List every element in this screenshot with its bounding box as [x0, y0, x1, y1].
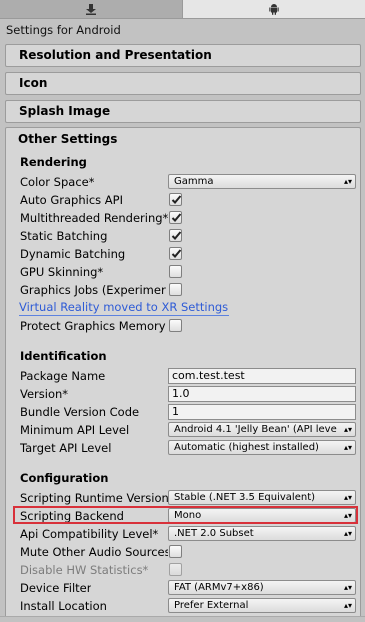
disable-hw-statistics-checkbox	[169, 563, 182, 576]
multithreaded-rendering-label: Multithreaded Rendering*	[20, 211, 168, 225]
target-api-level-dropdown[interactable]: Automatic (highest installed) ▴▾	[168, 440, 356, 455]
updown-arrow-icon: ▴▾	[343, 529, 352, 538]
updown-arrow-icon: ▴▾	[343, 601, 352, 610]
updown-arrow-icon: ▴▾	[343, 443, 352, 452]
scripting-runtime-dropdown[interactable]: Stable (.NET 3.5 Equivalent) ▴▾	[168, 490, 356, 505]
gpu-skinning-label: GPU Skinning*	[20, 265, 104, 279]
multithreaded-rendering-checkbox[interactable]	[169, 211, 182, 224]
panel-bottom-edge	[0, 616, 365, 622]
dynamic-batching-label: Dynamic Batching	[20, 247, 126, 261]
static-batching-label: Static Batching	[20, 229, 108, 243]
mute-other-audio-label: Mute Other Audio Sources	[20, 545, 168, 559]
min-api-level-dropdown[interactable]: Android 4.1 'Jelly Bean' (API leve ▴▾	[168, 422, 356, 437]
target-api-level-value: Automatic (highest installed)	[174, 442, 319, 453]
install-location-label: Install Location	[20, 599, 107, 613]
install-location-dropdown[interactable]: Prefer External ▴▾	[168, 598, 356, 613]
disable-hw-statistics-label: Disable HW Statistics*	[20, 563, 149, 577]
checkmark-icon	[171, 195, 182, 204]
package-name-label: Package Name	[20, 369, 106, 383]
foldout-resolution[interactable]: Resolution and Presentation	[5, 44, 361, 67]
device-filter-label: Device Filter	[20, 581, 92, 595]
install-location-value: Prefer External	[174, 600, 249, 611]
download-icon	[85, 3, 97, 15]
updown-arrow-icon: ▴▾	[343, 583, 352, 592]
color-space-dropdown[interactable]: Gamma ▴▾	[168, 174, 356, 189]
platform-tabs	[0, 0, 365, 19]
foldout-splash-image[interactable]: Splash Image	[5, 100, 361, 123]
api-compatibility-dropdown[interactable]: .NET 2.0 Subset ▴▾	[168, 526, 356, 541]
protect-graphics-memory-label: Protect Graphics Memory	[20, 319, 166, 333]
static-batching-checkbox[interactable]	[169, 229, 182, 242]
version-field[interactable]: 1.0	[168, 386, 356, 402]
target-api-level-label: Target API Level	[20, 441, 112, 455]
updown-arrow-icon: ▴▾	[343, 493, 352, 502]
foldout-icon[interactable]: Icon	[5, 72, 361, 95]
mute-other-audio-checkbox[interactable]	[169, 545, 182, 558]
checkmark-icon	[171, 231, 182, 240]
bundle-version-code-field[interactable]: 1	[168, 404, 356, 420]
api-compatibility-label: Api Compatibility Level*	[20, 527, 159, 541]
graphics-jobs-checkbox[interactable]	[169, 283, 182, 296]
updown-arrow-icon: ▴▾	[343, 425, 352, 434]
api-compatibility-value: .NET 2.0 Subset	[174, 528, 254, 539]
device-filter-value: FAT (ARMv7+x86)	[174, 582, 264, 593]
graphics-jobs-label: Graphics Jobs (Experimer	[20, 283, 166, 297]
gpu-skinning-checkbox[interactable]	[169, 265, 182, 278]
dynamic-batching-checkbox[interactable]	[169, 247, 182, 260]
min-api-level-value: Android 4.1 'Jelly Bean' (API leve	[174, 424, 337, 435]
tab-standalone[interactable]	[0, 0, 183, 18]
xr-settings-link[interactable]: Virtual Reality moved to XR Settings	[19, 301, 229, 316]
color-space-label: Color Space*	[20, 175, 95, 189]
bundle-version-code-label: Bundle Version Code	[20, 405, 140, 419]
auto-graphics-api-label: Auto Graphics API	[20, 193, 123, 207]
checkmark-icon	[171, 213, 182, 222]
package-name-field[interactable]: com.test.test	[168, 368, 356, 384]
tab-android[interactable]	[183, 0, 365, 18]
version-label: Version*	[20, 387, 69, 401]
protect-graphics-memory-checkbox[interactable]	[169, 319, 182, 332]
foldout-other-settings[interactable]: Other Settings	[18, 132, 117, 146]
updown-arrow-icon: ▴▾	[343, 177, 352, 186]
scripting-runtime-label: Scripting Runtime Version	[20, 491, 168, 505]
android-icon	[269, 3, 279, 15]
identification-heading: Identification	[20, 349, 107, 363]
rendering-heading: Rendering	[20, 155, 87, 169]
checkmark-icon	[171, 249, 182, 258]
settings-title: Settings for Android	[6, 23, 121, 37]
scripting-backend-highlight	[13, 506, 358, 524]
scripting-runtime-value: Stable (.NET 3.5 Equivalent)	[174, 492, 316, 503]
color-space-value: Gamma	[174, 176, 214, 187]
configuration-heading: Configuration	[20, 471, 109, 485]
auto-graphics-api-checkbox[interactable]	[169, 193, 182, 206]
device-filter-dropdown[interactable]: FAT (ARMv7+x86) ▴▾	[168, 580, 356, 595]
min-api-level-label: Minimum API Level	[20, 423, 130, 437]
